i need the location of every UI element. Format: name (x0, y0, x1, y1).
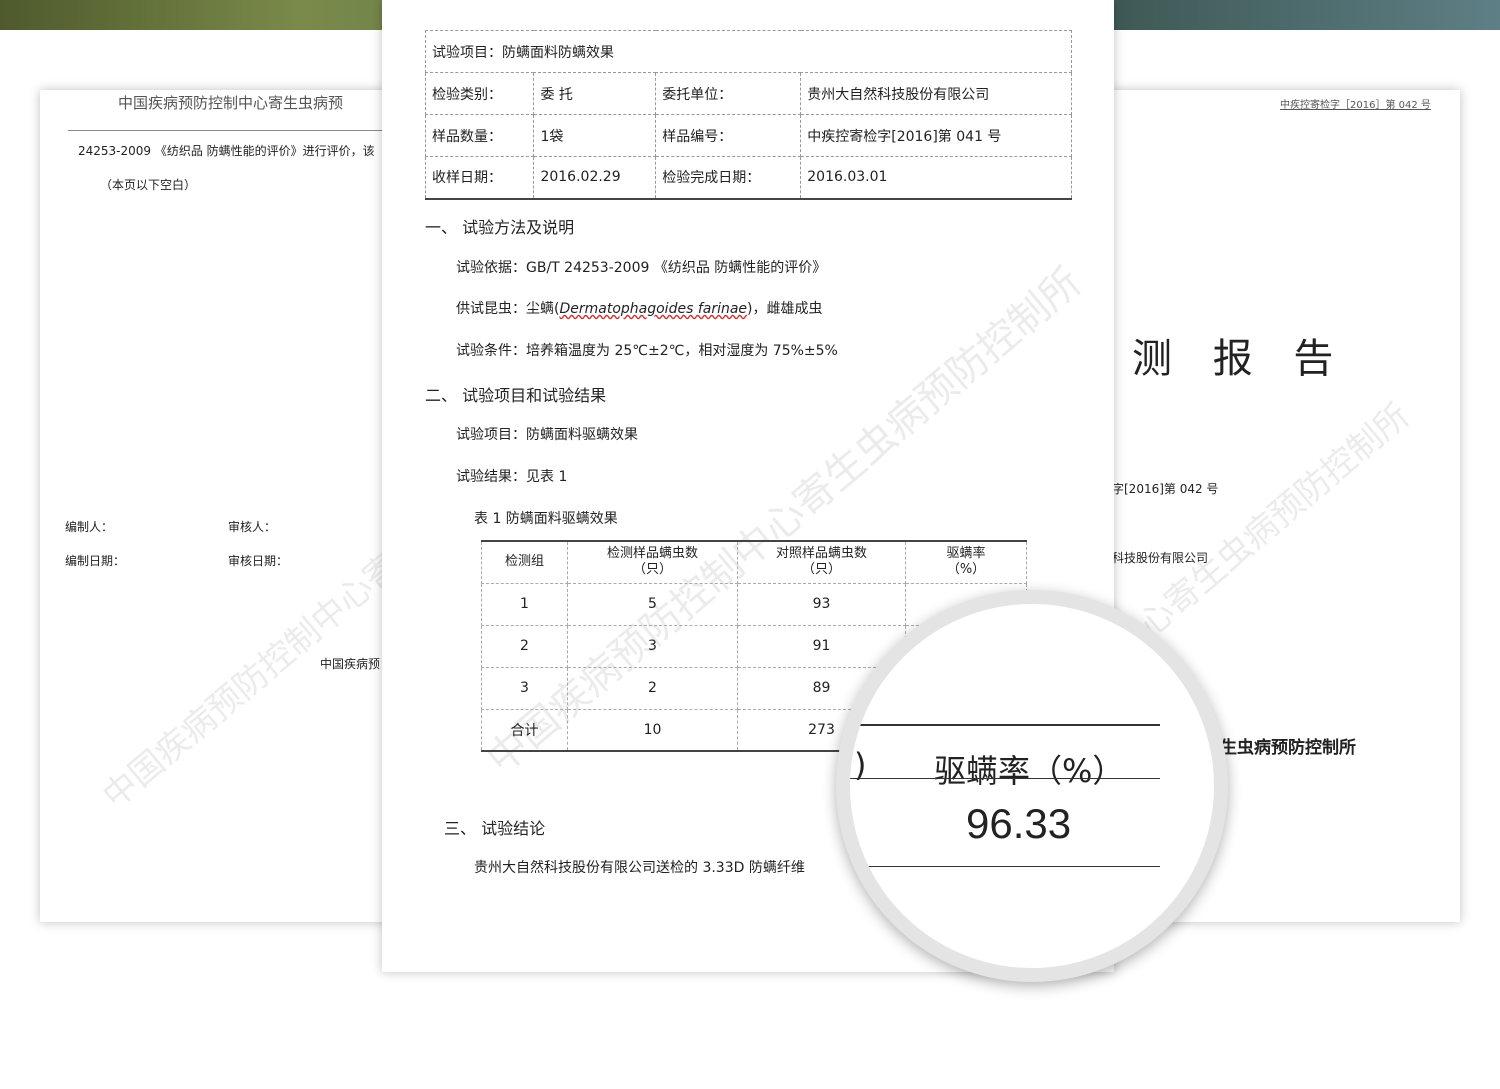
cell: 5 (567, 582, 738, 626)
cell: 合计 (481, 708, 568, 752)
cell: 10 (567, 708, 738, 752)
section-heading: 三、 试验结论 (444, 819, 546, 838)
zoomed-repellent-rate: 96.33 (966, 800, 1072, 847)
info-value: 2016.02.29 (533, 156, 657, 199)
test-result: 试验结果：见表 1 (456, 469, 568, 485)
cell: 2 (567, 666, 738, 710)
cell: 3 (481, 666, 568, 710)
column-header: 对照样品螨虫数 （只） (737, 540, 906, 584)
watermark: 中心寄生虫病预防控制所 (1105, 395, 1418, 667)
test-conditions: 试验条件：培养箱温度为 25℃±2℃，相对湿度为 75%±5% (456, 343, 838, 359)
zoomed-column-header: 驱螨率（%） (934, 752, 1125, 790)
report-title: 测 报 告 (1132, 336, 1348, 382)
conclusion-text: 贵州大自然科技股份有限公司送检的 3.33D 防螨纤维 (474, 860, 805, 876)
insect-prefix: 供试昆虫：尘螨( (456, 301, 560, 317)
cell: 2 (481, 624, 568, 668)
info-label: 委托单位： (655, 72, 802, 115)
info-label: 检验类别： (424, 72, 535, 115)
column-header: 检测组 (481, 540, 568, 584)
report-number: 字[2016]第 042 号 (1112, 482, 1219, 496)
cell: 93 (737, 582, 906, 626)
review-date-label: 审核日期： (228, 554, 289, 568)
column-header: 驱螨率 （%） (905, 540, 1027, 584)
info-value: 2016.03.01 (800, 156, 1072, 199)
table-title: 表 1 防螨面料驱螨效果 (474, 511, 618, 527)
info-value: 委 托 (533, 72, 657, 115)
footer-text: 中国疾病预 (320, 657, 381, 671)
table-rule (850, 778, 1160, 779)
page-header: 中疾控寄检字［2016］第 042 号 (1280, 100, 1431, 111)
info-value: 1袋 (533, 114, 657, 157)
page-header: 中国疾病预防控制中心寄生虫病预 (118, 94, 344, 112)
insect-suffix: )，雌雄成虫 (747, 301, 823, 317)
test-insect: 供试昆虫：尘螨(Dermatophagoides farinae)，雌雄成虫 (456, 298, 823, 318)
info-value: 贵州大自然科技股份有限公司 (800, 72, 1072, 115)
sample-info-table: 试验项目：防螨面料防螨效果 检验类别：委 托委托单位： 贵州大自然科技股份有限公司… (424, 30, 1072, 200)
info-label: 样品编号： (655, 114, 802, 157)
info-value: 中疾控寄检字[2016]第 041 号 (800, 114, 1072, 157)
column-header: 检测样品螨虫数 （只） (567, 540, 738, 584)
prep-label: 编制人： (65, 520, 114, 534)
section-heading: 一、 试验方法及说明 (425, 218, 575, 237)
magnifier-lens: ) 驱螨率（%） 96.33 (836, 590, 1228, 982)
blank-note: （本页以下空白） (100, 178, 197, 192)
test-item: 试验项目：防螨面料驱螨效果 (456, 427, 638, 443)
section-heading: 二、 试验项目和试验结果 (425, 386, 607, 405)
info-label: 样品数量： (424, 114, 535, 157)
info-label: 收样日期： (424, 156, 535, 199)
prep-date-label: 编制日期： (65, 554, 126, 568)
test-basis: 试验依据：GB/T 24253-2009 《纺织品 防螨性能的评价》 (456, 260, 827, 276)
text-line: 24253-2009 《纺织品 防螨性能的评价》进行评价，该 (78, 144, 375, 158)
table-rule (850, 724, 1160, 726)
review-label: 审核人： (228, 520, 277, 534)
issuing-institute: 生虫病预防控制所 (1220, 738, 1356, 758)
cell: 3 (567, 624, 738, 668)
test-item-cell: 试验项目：防螨面料防螨效果 (425, 30, 1072, 73)
insect-latin-name: Dermatophagoides farinae (559, 301, 748, 317)
cell: 1 (481, 582, 568, 626)
table-rule (850, 866, 1160, 867)
info-label: 检验完成日期： (655, 156, 802, 199)
